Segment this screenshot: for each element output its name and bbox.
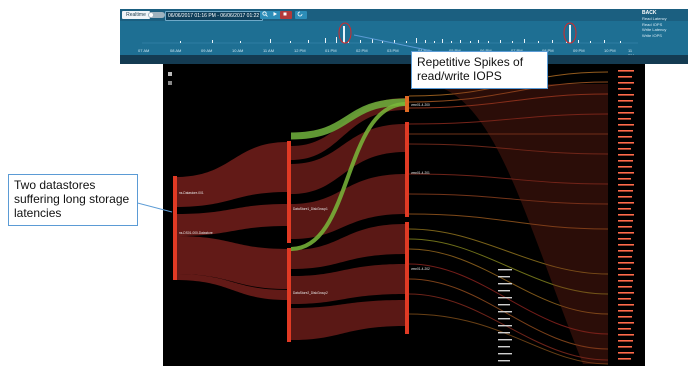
callout-latency: Two datastores suffering long storage la… (8, 174, 138, 226)
callout-iops-spikes: Repetitive Spikes of read/write IOPS (411, 51, 548, 89)
